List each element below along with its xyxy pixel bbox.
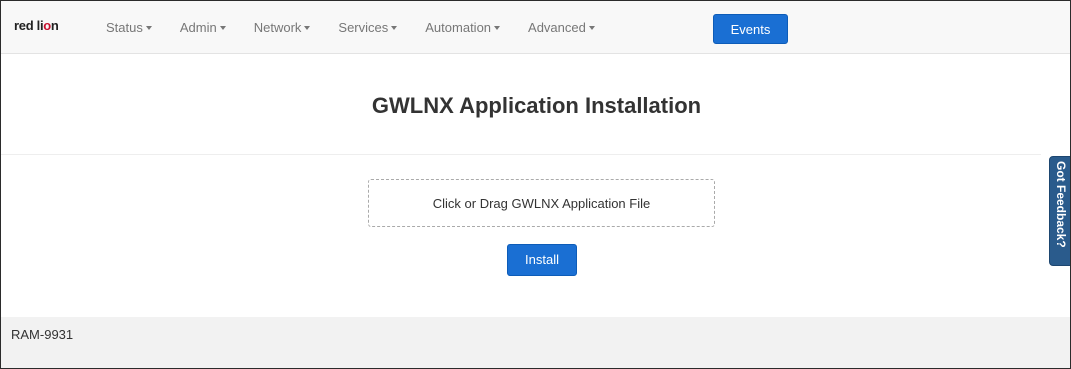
caret-down-icon (304, 26, 311, 30)
caret-down-icon (391, 26, 398, 30)
nav-item-services[interactable]: Services (338, 20, 398, 35)
events-button[interactable]: Events (713, 14, 788, 44)
feedback-label: Got Feedback? (1054, 161, 1068, 248)
footer: RAM-9931 (1, 317, 1070, 368)
nav-item-status[interactable]: Status (106, 20, 152, 35)
caret-down-icon (494, 26, 501, 30)
device-name: RAM-9931 (11, 327, 74, 342)
nav-menu: Status Admin Network Services Automation… (106, 1, 623, 53)
divider (1, 154, 1041, 155)
file-dropzone[interactable]: Click or Drag GWLNX Application File (368, 179, 715, 227)
nav-item-automation[interactable]: Automation (425, 20, 501, 35)
nav-item-network[interactable]: Network (254, 20, 311, 35)
install-button[interactable]: Install (507, 244, 577, 276)
caret-down-icon (145, 26, 152, 30)
dropzone-label: Click or Drag GWLNX Application File (432, 195, 651, 211)
caret-down-icon (588, 26, 595, 30)
feedback-tab[interactable]: Got Feedback? (1049, 156, 1070, 266)
top-navbar: red lion Status Admin Network Services A… (1, 1, 1070, 54)
nav-item-admin[interactable]: Admin (180, 20, 226, 35)
red-lion-logo[interactable]: red lion (14, 18, 59, 33)
caret-down-icon (219, 26, 226, 30)
app-frame: red lion Status Admin Network Services A… (0, 0, 1071, 369)
nav-item-advanced[interactable]: Advanced (528, 20, 595, 35)
page-title: GWLNX Application Installation (371, 93, 702, 118)
